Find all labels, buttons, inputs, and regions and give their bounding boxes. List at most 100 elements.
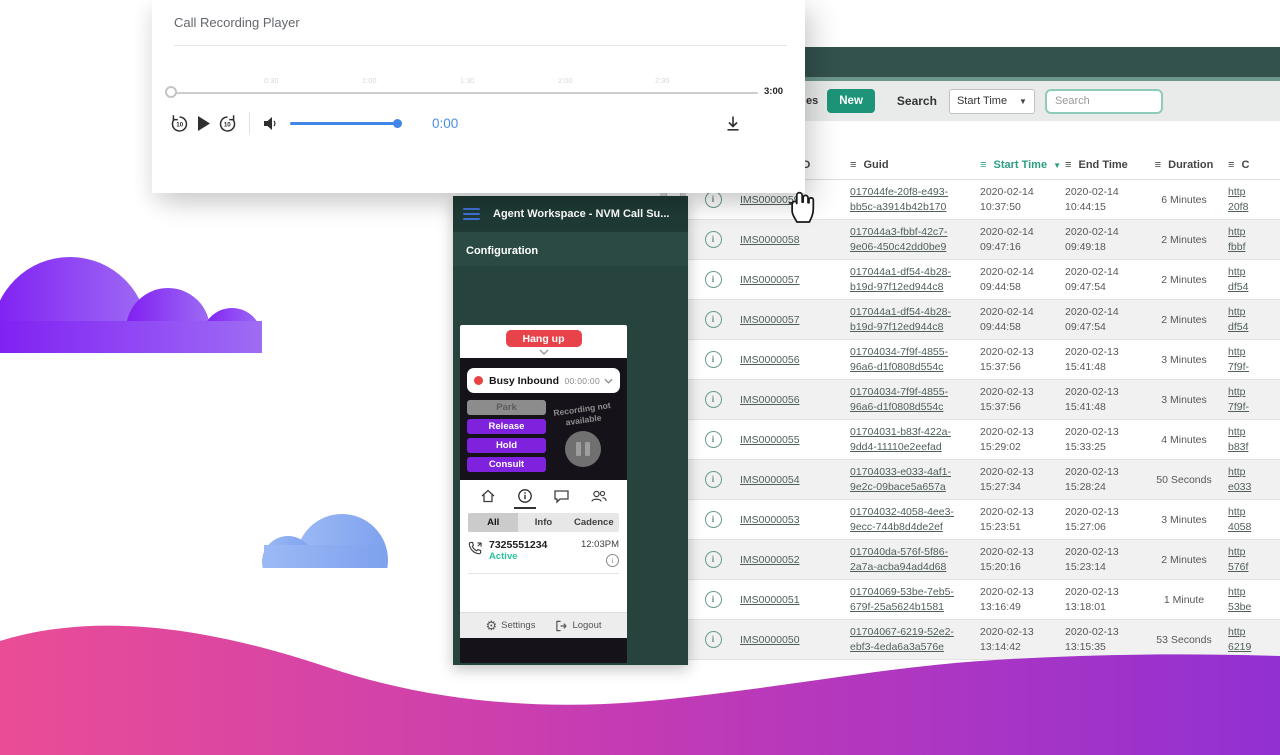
download-button[interactable]	[725, 115, 741, 132]
recording-url-line2[interactable]: 7f9f-	[1228, 361, 1249, 373]
guid-link-line1[interactable]: 01704034-7f9f-4855-	[850, 346, 948, 358]
recording-url-line1[interactable]: http	[1228, 586, 1246, 598]
guid-link-line2[interactable]: 96a6-d1f0808d554c	[850, 401, 943, 413]
recording-url-line2[interactable]: b83f	[1228, 441, 1248, 453]
recording-url-line1[interactable]: http	[1228, 186, 1246, 198]
table-row[interactable]: i IMS0000057 017044a1-df54-4b28- b19d-97…	[660, 260, 1280, 300]
info-tab-icon[interactable]	[515, 486, 535, 506]
volume-slider-thumb[interactable]	[393, 119, 402, 128]
seek-slider[interactable]	[170, 92, 758, 94]
table-row[interactable]: i IMS0000051 01704069-53be-7eb5- 679f-25…	[660, 580, 1280, 620]
info-icon[interactable]: i	[705, 511, 722, 528]
recording-url-line2[interactable]: 4058	[1228, 521, 1251, 533]
guid-link-line1[interactable]: 017040da-576f-5f86-	[850, 546, 948, 558]
hold-button[interactable]: Hold	[467, 438, 546, 453]
table-row[interactable]: i IMS0000052 017040da-576f-5f86- 2a7a-ac…	[660, 540, 1280, 580]
recording-url-line1[interactable]: http	[1228, 546, 1246, 558]
tab-all[interactable]: All	[468, 513, 518, 532]
recording-url-line2[interactable]: e033	[1228, 481, 1251, 493]
guid-link-line1[interactable]: 017044a1-df54-4b28-	[850, 266, 951, 278]
interaction-id-link[interactable]: IMS0000057	[740, 314, 800, 326]
home-icon[interactable]	[478, 486, 498, 506]
info-icon[interactable]: i	[705, 271, 722, 288]
tab-info[interactable]: Info	[518, 513, 568, 532]
search-field-dropdown[interactable]: Start Time ▼	[949, 89, 1035, 114]
interaction-id-link[interactable]: IMS0000056	[740, 354, 800, 366]
recording-url-line2[interactable]: 7f9f-	[1228, 401, 1249, 413]
table-row[interactable]: i IMS0000053 01704032-4058-4ee3- 9ecc-74…	[660, 500, 1280, 540]
guid-link-line2[interactable]: 9e06-450c42dd0be9	[850, 241, 946, 253]
recording-url-line1[interactable]: http	[1228, 306, 1246, 318]
forward-10-button[interactable]: 10	[218, 114, 237, 133]
guid-link-line2[interactable]: 9dd4-11110e2eefad	[850, 441, 942, 453]
table-row[interactable]: i IMS0000056 01704034-7f9f-4855- 96a6-d1…	[660, 340, 1280, 380]
guid-link-line2[interactable]: b19d-97f12ed944c8	[850, 281, 943, 293]
guid-link-line2[interactable]: 96a6-d1f0808d554c	[850, 361, 943, 373]
guid-link-line1[interactable]: 017044a3-fbbf-42c7-	[850, 226, 948, 238]
new-button[interactable]: New	[827, 89, 875, 113]
volume-icon[interactable]	[263, 116, 280, 131]
guid-link-line1[interactable]: 01704034-7f9f-4855-	[850, 386, 948, 398]
release-button[interactable]: Release	[467, 419, 546, 434]
search-input[interactable]	[1045, 89, 1163, 114]
guid-link-line1[interactable]: 017044fe-20f8-e493-	[850, 186, 948, 198]
interaction-id-link[interactable]: IMS0000056	[740, 394, 800, 406]
guid-link-line2[interactable]: 9e2c-09bace5a657a	[850, 481, 946, 493]
recording-url-line2[interactable]: 6219	[1228, 641, 1251, 653]
contacts-icon[interactable]	[589, 486, 609, 506]
info-icon[interactable]: i	[705, 431, 722, 448]
recording-url-line1[interactable]: http	[1228, 506, 1246, 518]
guid-link-line1[interactable]: 01704033-e033-4af1-	[850, 466, 951, 478]
hang-up-button[interactable]: Hang up	[506, 330, 582, 347]
chat-icon[interactable]	[552, 486, 572, 506]
play-button[interactable]	[196, 115, 211, 132]
table-row[interactable]: i IMS0000055 01704031-b83f-422a- 9dd4-11…	[660, 420, 1280, 460]
interaction-id-link[interactable]: IMS0000058	[740, 234, 800, 246]
guid-link-line1[interactable]: 017044a1-df54-4b28-	[850, 306, 951, 318]
seek-slider-thumb[interactable]	[165, 86, 177, 98]
info-icon[interactable]: i	[705, 311, 722, 328]
guid-link-line1[interactable]: 01704067-6219-52e2-	[850, 626, 954, 638]
interaction-id-link[interactable]: IMS0000057	[740, 274, 800, 286]
table-row[interactable]: i IMS0000058 017044a3-fbbf-42c7- 9e06-45…	[660, 220, 1280, 260]
recording-url-line1[interactable]: http	[1228, 426, 1246, 438]
header-end-time[interactable]: ≡ End Time	[1065, 159, 1150, 171]
logout-button[interactable]: Logout	[555, 620, 601, 632]
table-row[interactable]: i IMS0000057 017044a1-df54-4b28- b19d-97…	[660, 300, 1280, 340]
interaction-id-link[interactable]: IMS0000053	[740, 514, 800, 526]
park-button[interactable]: Park	[467, 400, 546, 415]
settings-button[interactable]: ⚙ Settings	[485, 619, 535, 632]
guid-link-line1[interactable]: 01704069-53be-7eb5-	[850, 586, 954, 598]
pause-recording-button[interactable]	[565, 431, 601, 467]
recording-url-line2[interactable]: 20f8	[1228, 201, 1248, 213]
interaction-id-link[interactable]: IMS0000055	[740, 434, 800, 446]
info-icon[interactable]: i	[705, 351, 722, 368]
recording-url-line1[interactable]: http	[1228, 626, 1246, 638]
menu-item-configuration[interactable]: Configuration	[453, 232, 688, 257]
guid-link-line2[interactable]: bb5c-a3914b42b170	[850, 201, 946, 213]
recording-url-line1[interactable]: http	[1228, 226, 1246, 238]
info-icon[interactable]: i	[705, 551, 722, 568]
recording-url-line2[interactable]: 53be	[1228, 601, 1251, 613]
header-start-time[interactable]: ≡ Start Time ▼	[980, 159, 1065, 171]
interaction-id-link[interactable]: IMS0000054	[740, 474, 800, 486]
hamburger-menu-icon[interactable]	[463, 205, 480, 223]
info-icon[interactable]: i	[705, 391, 722, 408]
volume-slider[interactable]	[290, 122, 398, 125]
recording-url-line2[interactable]: df54	[1228, 321, 1248, 333]
guid-link-line2[interactable]: b19d-97f12ed944c8	[850, 321, 943, 333]
recording-url-line1[interactable]: http	[1228, 346, 1246, 358]
guid-link-line1[interactable]: 01704031-b83f-422a-	[850, 426, 951, 438]
interaction-id-link[interactable]: IMS0000050	[740, 634, 800, 646]
guid-link-line2[interactable]: 9ecc-744b8d4de2ef	[850, 521, 943, 533]
table-row[interactable]: i IMS0000054 01704033-e033-4af1- 9e2c-09…	[660, 460, 1280, 500]
header-recording-url[interactable]: ≡ C	[1218, 159, 1280, 171]
table-row[interactable]: i IMS0000050 01704067-6219-52e2- ebf3-4e…	[660, 620, 1280, 660]
info-icon[interactable]: i	[705, 471, 722, 488]
consult-button[interactable]: Consult	[467, 457, 546, 472]
table-row[interactable]: i IMS0000056 01704034-7f9f-4855- 96a6-d1…	[660, 380, 1280, 420]
info-icon[interactable]: i	[705, 591, 722, 608]
call-status-pill[interactable]: Busy Inbound 00:00:00	[467, 368, 620, 393]
collapse-chevron-icon[interactable]	[539, 349, 549, 355]
recording-url-line2[interactable]: df54	[1228, 281, 1248, 293]
